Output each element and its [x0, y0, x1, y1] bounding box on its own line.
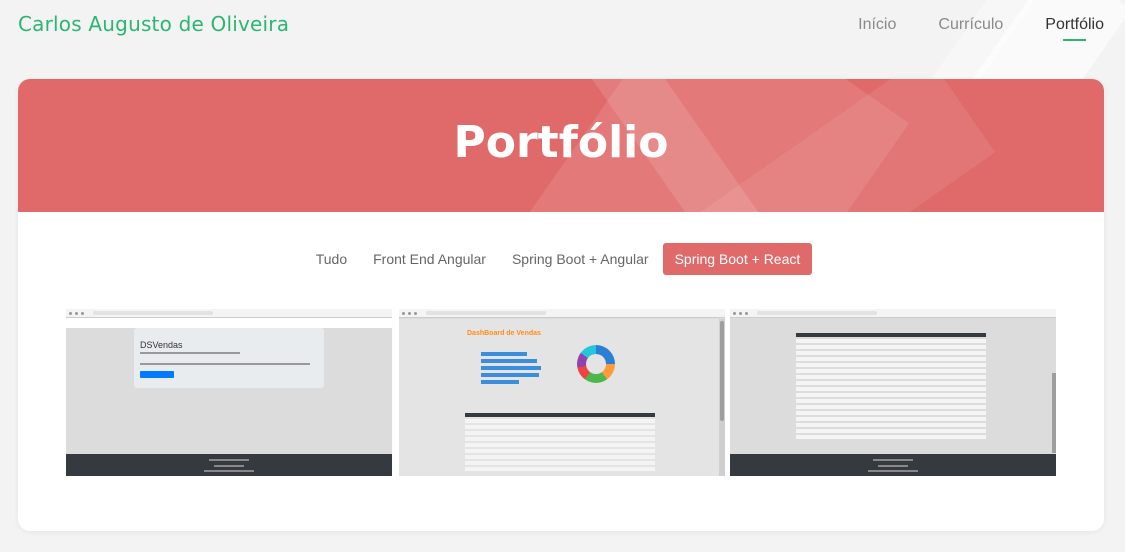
thumb-table — [465, 413, 655, 473]
portfolio-hero: Portfólio — [18, 79, 1104, 212]
filter-spring-boot-react[interactable]: Spring Boot + React — [662, 243, 813, 275]
thumb-title: DashBoard de Vendas — [467, 330, 541, 337]
page-title: Portfólio — [453, 117, 669, 168]
thumb-button — [140, 371, 174, 378]
browser-bar — [730, 309, 1056, 318]
portfolio-item-dsvendas-table[interactable] — [730, 309, 1056, 476]
main-nav: Início Currículo Portfólio — [816, 16, 1104, 41]
thumb-scrollbar — [1052, 373, 1056, 453]
thumb-footer — [66, 454, 392, 476]
portfolio-filters: Tudo Front End Angular Spring Boot + Ang… — [18, 243, 1104, 275]
site-header: Carlos Augusto de Oliveira Início Curríc… — [0, 0, 1125, 52]
thumb-donut-chart — [577, 345, 615, 383]
portfolio-item-dsvendas-home[interactable]: DSVendas — [66, 309, 392, 476]
browser-bar — [399, 309, 725, 318]
portfolio-item-dsvendas-dashboard[interactable]: DashBoard de Vendas — [399, 309, 725, 476]
thumb-footer — [730, 454, 1056, 476]
thumb-table — [796, 333, 986, 441]
browser-bar — [66, 309, 392, 318]
nav-item-inicio[interactable]: Início — [858, 16, 896, 34]
nav-item-curriculo[interactable]: Currículo — [938, 16, 1003, 34]
portfolio-card: Portfólio Tudo Front End Angular Spring … — [18, 79, 1104, 531]
filter-front-end-angular[interactable]: Front End Angular — [361, 243, 498, 275]
site-brand[interactable]: Carlos Augusto de Oliveira — [18, 12, 289, 36]
thumb-navbar — [66, 318, 392, 328]
filter-tudo[interactable]: Tudo — [304, 243, 359, 275]
nav-item-portfolio[interactable]: Portfólio — [1045, 16, 1104, 41]
thumb-scrollbar — [719, 319, 725, 476]
thumb-jumbotron: DSVendas — [134, 328, 324, 388]
filter-spring-boot-angular[interactable]: Spring Boot + Angular — [500, 243, 661, 275]
thumb-title: DSVendas — [140, 340, 183, 350]
portfolio-gallery: DSVendas DashBoard de Vendas — [66, 309, 1056, 476]
